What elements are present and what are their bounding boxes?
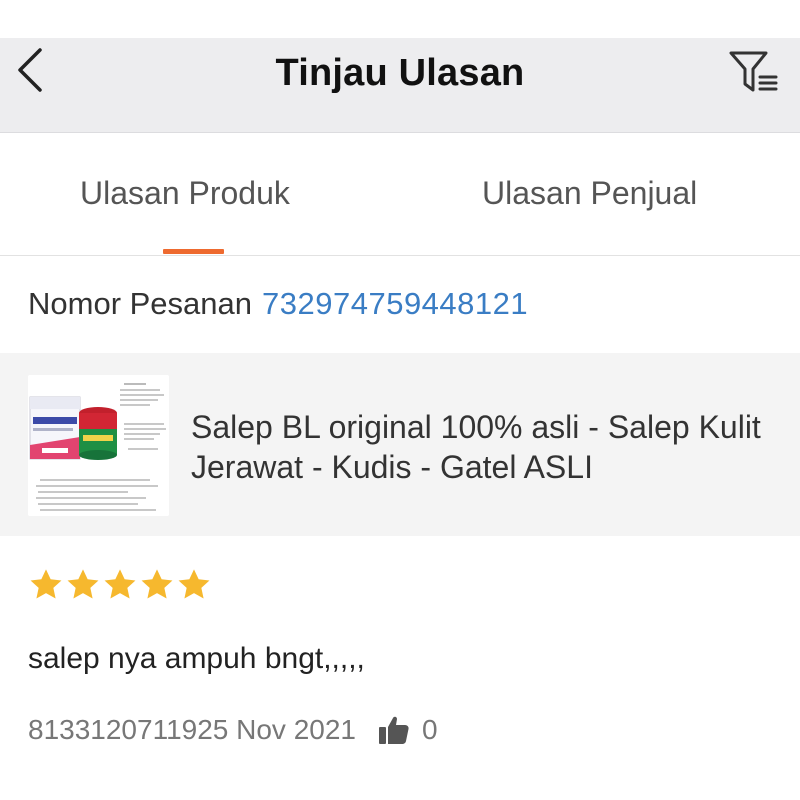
star-icon [104, 569, 136, 599]
product-card[interactable]: Salep BL original 100% asli - Salep Kuli… [0, 353, 800, 536]
star-icon [67, 569, 99, 599]
star-icon [178, 569, 210, 599]
product-image [28, 375, 169, 516]
tab-ulasan-produk[interactable]: Ulasan Produk [80, 175, 290, 212]
like-button[interactable]: 0 [378, 714, 438, 746]
page-title: Tinjau Ulasan [275, 52, 525, 94]
order-number-link[interactable]: 732974759448121 [262, 286, 528, 321]
order-number-row: Nomor Pesanan 732974759448121 [28, 286, 528, 322]
tab-ulasan-penjual[interactable]: Ulasan Penjual [482, 175, 697, 212]
order-number-label: Nomor Pesanan [28, 286, 253, 321]
product-name[interactable]: Salep BL original 100% asli - Salep Kuli… [191, 407, 771, 487]
star-icon [141, 569, 173, 599]
review-meta: 8133120711925 Nov 2021 0 [28, 713, 438, 747]
filter-icon [729, 51, 778, 92]
thumbs-up-icon [379, 716, 409, 744]
review-id-date: 8133120711925 Nov 2021 [28, 714, 357, 745]
star-rating [28, 567, 212, 603]
top-app-bar: Tinjau Ulasan [0, 38, 800, 133]
filter-button[interactable] [728, 50, 780, 96]
active-tab-indicator [163, 249, 224, 254]
review-tabs: Ulasan Produk Ulasan Penjual [0, 133, 800, 256]
product-thumbnail[interactable] [28, 375, 169, 516]
like-count: 0 [422, 714, 438, 745]
review-text: salep nya ampuh bngt,,,,, [28, 642, 365, 675]
star-icon [30, 569, 62, 599]
